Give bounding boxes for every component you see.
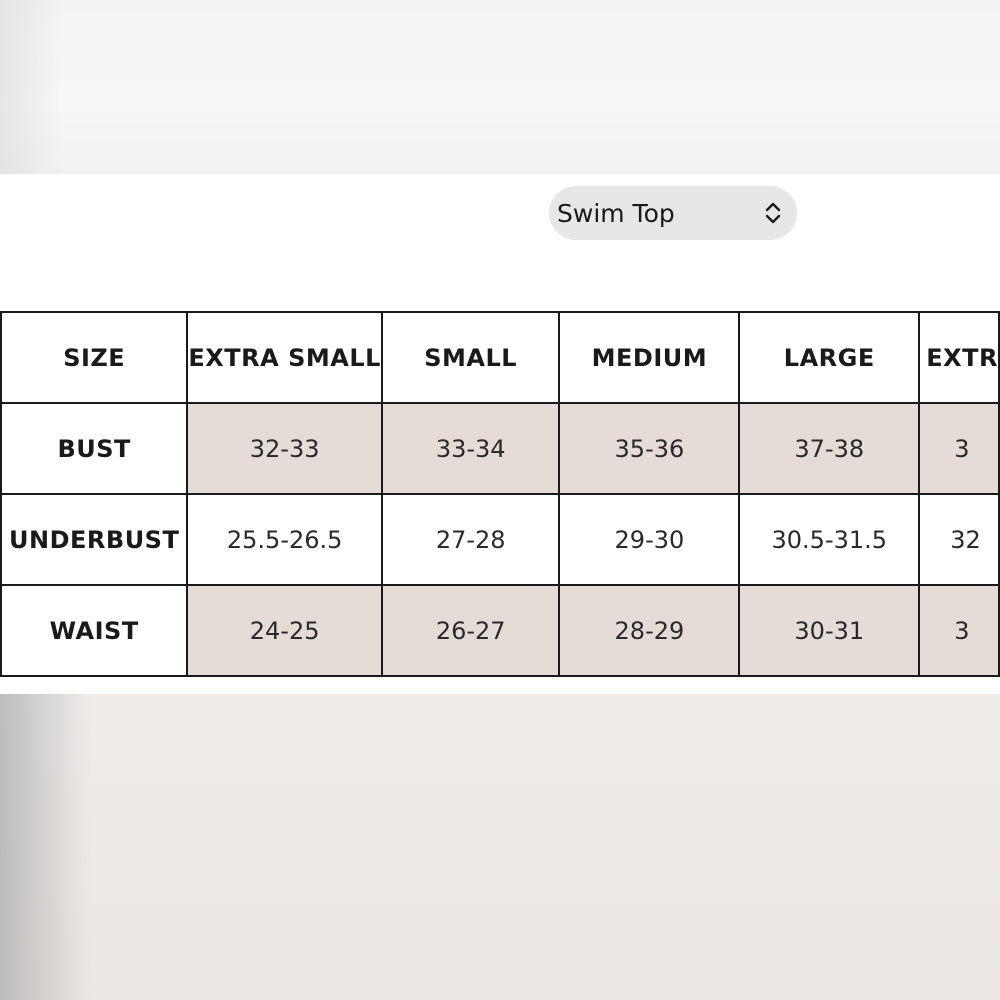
underbust-medium: 29-30 — [558, 493, 741, 586]
waist-small: 26-27 — [380, 584, 561, 677]
size-header-row: SIZE EXTRA SMALL SMALL MEDIUM LARGE EXTR — [0, 311, 1000, 404]
header-extra-large: EXTR — [918, 311, 1000, 404]
header-size: SIZE — [0, 311, 189, 404]
underbust-large: 30.5-31.5 — [738, 493, 921, 586]
bust-medium: 35-36 — [558, 402, 741, 495]
row-label-underbust: UNDERBUST — [0, 493, 189, 586]
row-label-waist: WAIST — [0, 584, 189, 677]
table-row-underbust: UNDERBUST 25.5-26.5 27-28 29-30 30.5-31.… — [0, 493, 1000, 586]
underbust-small: 27-28 — [380, 493, 561, 586]
waist-medium: 28-29 — [558, 584, 741, 677]
waist-large: 30-31 — [738, 584, 921, 677]
underbust-extra-small: 25.5-26.5 — [186, 493, 383, 586]
header-large: LARGE — [738, 311, 921, 404]
waist-extra-small: 24-25 — [186, 584, 383, 677]
bust-extra-small: 32-33 — [186, 402, 383, 495]
header-medium: MEDIUM — [558, 311, 741, 404]
table-row-bust: BUST 32-33 33-34 35-36 37-38 3 — [0, 402, 1000, 495]
waist-extra-large: 3 — [918, 584, 1000, 677]
product-type-select-value: Swim Top — [557, 198, 675, 228]
bottom-background — [0, 694, 1000, 1000]
table-row-waist: WAIST 24-25 26-27 28-29 30-31 3 — [0, 584, 1000, 677]
bust-extra-large: 3 — [918, 402, 1000, 495]
top-background — [0, 0, 1000, 174]
row-label-bust: BUST — [0, 402, 189, 495]
underbust-extra-large: 32 — [918, 493, 1000, 586]
header-small: SMALL — [380, 311, 561, 404]
header-extra-small: EXTRA SMALL — [186, 311, 383, 404]
size-chart-table: SIZE EXTRA SMALL SMALL MEDIUM LARGE EXTR… — [0, 311, 1000, 677]
product-type-select[interactable]: Swim Top — [549, 186, 797, 240]
chevron-up-down-icon[interactable] — [763, 200, 783, 226]
bust-small: 33-34 — [380, 402, 561, 495]
bust-large: 37-38 — [738, 402, 921, 495]
